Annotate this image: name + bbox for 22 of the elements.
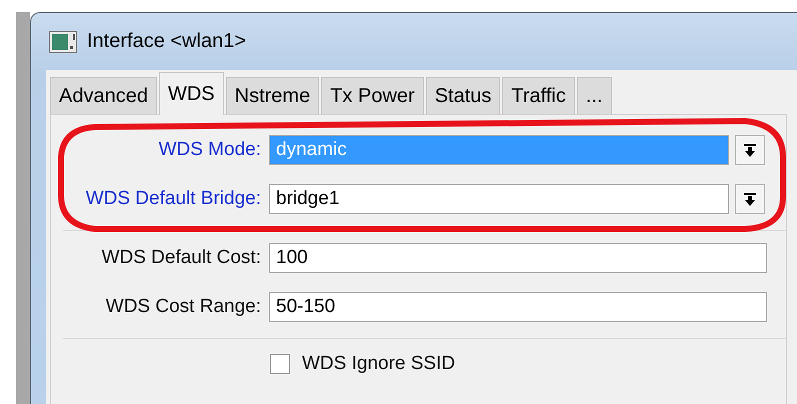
input-field[interactable]: 50-150 [269, 292, 767, 322]
field-label: WDS Mode: [158, 139, 261, 161]
field-label: WDS Cost Range: [104, 296, 261, 318]
dropdown-field[interactable]: bridge1 [269, 184, 729, 214]
dropdown-button[interactable] [735, 184, 765, 214]
tab[interactable]: Traffic [502, 77, 575, 114]
field-label: WDS Default Bridge: [84, 188, 261, 210]
window-icon [49, 30, 77, 52]
tab[interactable]: ... [576, 77, 612, 114]
tab[interactable]: Advanced [50, 77, 157, 114]
tab[interactable]: WDS [158, 72, 224, 115]
down-arrow-icon [744, 144, 756, 156]
tab[interactable]: Tx Power [321, 77, 424, 114]
field-label: WDS Default Cost: [100, 247, 261, 269]
tab[interactable]: Status [426, 77, 500, 114]
checkbox-label: WDS Ignore SSID [302, 353, 456, 375]
down-arrow-icon [744, 192, 756, 206]
window-title: Interface <wlan1> [87, 30, 246, 53]
dropdown-button[interactable] [735, 135, 765, 165]
input-field[interactable]: 100 [269, 243, 767, 273]
tab[interactable]: Nstreme [226, 77, 320, 114]
checkbox[interactable] [270, 354, 290, 374]
